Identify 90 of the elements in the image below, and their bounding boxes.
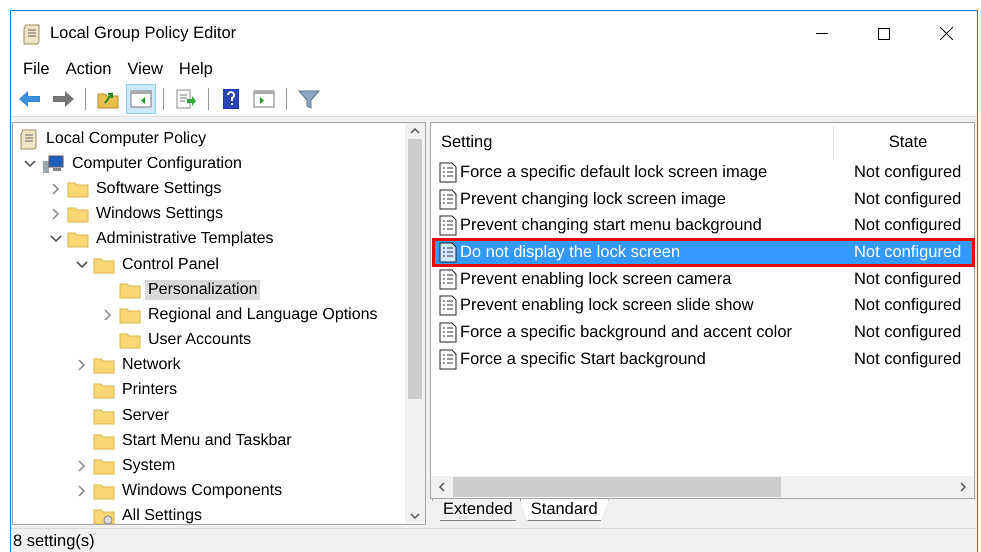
setting-row[interactable]: Force a specific background and accent color Not configured (433, 319, 974, 346)
policy-setting-icon (439, 188, 457, 210)
tree-item[interactable]: Server (119, 406, 172, 426)
tree-item[interactable]: System (119, 456, 178, 476)
setting-state: Not configured (854, 350, 962, 369)
chevron-right-icon[interactable] (78, 460, 86, 472)
status-text: 8 setting(s) (13, 532, 95, 550)
menu-item[interactable]: Help (170, 58, 221, 80)
setting-state: Not configured (854, 162, 962, 182)
column-header[interactable]: State (834, 126, 974, 159)
menu-item[interactable]: View (119, 58, 171, 80)
scrollbar-thumb[interactable] (453, 477, 781, 497)
tree-item[interactable]: Start Menu and Taskbar (119, 430, 295, 451)
tree-item[interactable]: User Accounts (145, 330, 254, 350)
policy-setting-icon (439, 162, 457, 183)
scrollbar-thumb[interactable] (408, 139, 422, 399)
setting-row[interactable]: Prevent changing lock screen image Not configured (433, 186, 974, 212)
setting-row[interactable]: Force a specific default lock screen image Not configured (433, 159, 974, 186)
close-icon (940, 27, 952, 40)
tree-item[interactable]: Computer Configuration (69, 154, 245, 174)
folder-icon (119, 331, 141, 350)
chevron-right-icon[interactable] (52, 208, 60, 220)
chevron-right-icon[interactable] (104, 308, 112, 321)
setting-state: Not configured (854, 242, 962, 262)
settings-folder-icon (93, 507, 115, 524)
setting-state: Not configured (854, 216, 962, 236)
scroll-icon (22, 22, 42, 44)
setting-row[interactable]: Prevent changing start menu background Not configured (433, 212, 974, 240)
folder-icon (93, 457, 115, 476)
folder-icon (67, 230, 89, 248)
chevron-right-icon[interactable] (78, 359, 86, 372)
setting-row[interactable]: Prevent enabling lock screen camera Not configured (433, 266, 974, 292)
chevron-down-icon[interactable] (24, 160, 36, 168)
tree-item[interactable]: Regional and Language Options (145, 304, 381, 325)
tree-item[interactable]: Control Panel (119, 254, 222, 275)
tree-item[interactable]: All Settings (119, 506, 206, 524)
setting-name: Prevent changing lock screen image (460, 190, 726, 209)
folder-icon (93, 356, 115, 374)
tree-item[interactable]: Local Computer Policy (43, 128, 210, 149)
chevron-right-icon[interactable] (78, 485, 86, 498)
column-header[interactable]: Setting (433, 126, 834, 159)
chevron-down-icon[interactable] (76, 260, 88, 269)
tree-pane-icon[interactable] (126, 84, 156, 114)
folder-icon (119, 306, 141, 324)
chevron-right-icon[interactable] (52, 182, 60, 195)
setting-name: Prevent changing start menu background (460, 216, 762, 236)
folder-icon (67, 205, 89, 224)
setting-state: Not configured (854, 270, 962, 289)
folder-icon (93, 256, 115, 274)
folder-icon (67, 180, 89, 198)
setting-state: Not configured (854, 190, 962, 209)
maximize-icon (878, 28, 890, 40)
folder-icon (93, 432, 115, 450)
tree-item[interactable]: Personalization (145, 280, 260, 300)
setting-state: Not configured (854, 296, 962, 316)
setting-name: Prevent enabling lock screen camera (460, 270, 732, 289)
policy-setting-icon (439, 295, 457, 316)
setting-row[interactable]: Prevent enabling lock screen slide show Not configured (433, 292, 974, 320)
tree-item[interactable]: Administrative Templates (93, 229, 277, 250)
tree-item[interactable]: Printers (119, 380, 180, 400)
horizontal-scrollbar[interactable] (431, 476, 974, 498)
policy-setting-icon (439, 242, 457, 263)
policy-setting-icon (439, 348, 457, 370)
minimize-icon (816, 33, 828, 34)
menu-item[interactable]: File (15, 58, 58, 80)
setting-row[interactable]: Force a specific Start background Not configured (433, 346, 974, 372)
tree-item[interactable]: Software Settings (93, 178, 224, 199)
policy-setting-icon (439, 322, 457, 343)
folder-icon (93, 406, 115, 425)
folder-icon (93, 482, 115, 500)
tree-item[interactable]: Windows Settings (93, 204, 226, 224)
policy-setting-icon (439, 215, 457, 236)
window-title: Local Group Policy Editor (50, 24, 238, 43)
folder-icon (93, 381, 115, 400)
computer-icon (41, 152, 65, 175)
setting-name: Do not display the lock screen (460, 242, 680, 262)
chevron-down-icon[interactable] (50, 235, 62, 244)
setting-name: Force a specific default lock screen image (460, 162, 768, 182)
setting-name: Prevent enabling lock screen slide show (460, 296, 754, 316)
scroll-icon (19, 128, 39, 150)
vertical-scrollbar[interactable] (405, 123, 425, 524)
setting-name: Force a specific background and accent color (460, 322, 792, 342)
menu-item[interactable]: Action (58, 58, 120, 80)
view-tab[interactable]: Standard (520, 499, 609, 521)
policy-setting-icon (439, 268, 457, 290)
tree-item[interactable]: Windows Components (119, 481, 286, 502)
tree-item[interactable]: Network (119, 355, 184, 376)
folder-icon (119, 280, 141, 299)
setting-state: Not configured (854, 322, 962, 342)
setting-name: Force a specific Start background (460, 350, 706, 369)
